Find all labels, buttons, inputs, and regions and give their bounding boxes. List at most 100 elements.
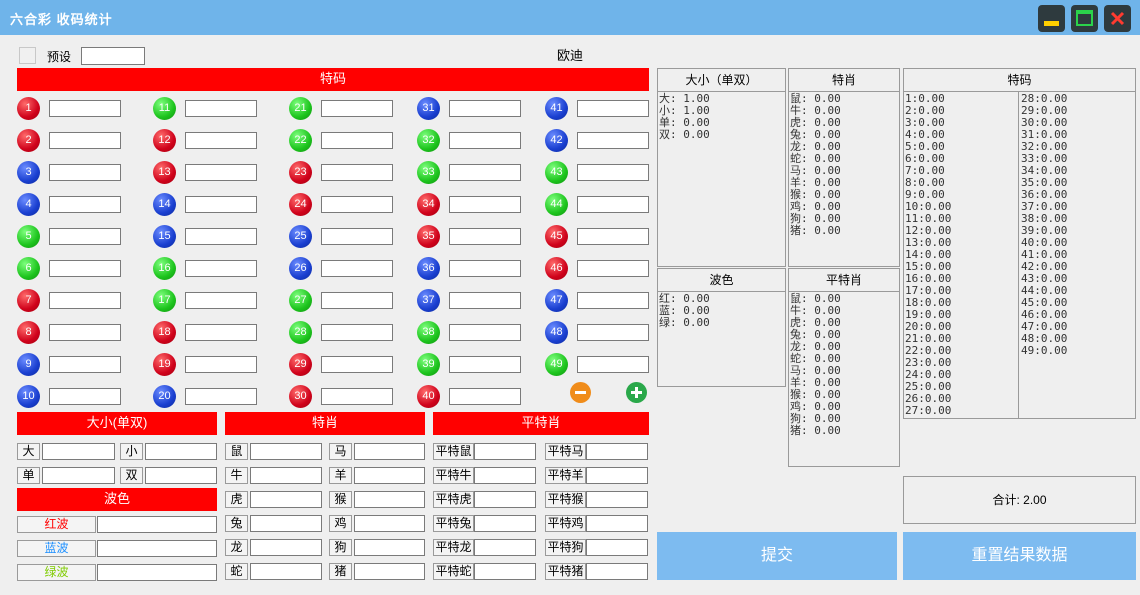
pingte-input-3[interactable] [586, 467, 648, 484]
reset-button[interactable]: 重置结果数据 [903, 532, 1136, 580]
tema-input-33[interactable] [449, 164, 521, 181]
pingte-input-5[interactable] [586, 491, 648, 508]
tema-input-37[interactable] [449, 292, 521, 309]
tema-input-24[interactable] [321, 196, 393, 213]
shengxiao-input-2[interactable] [250, 467, 322, 484]
tema-input-4[interactable] [49, 196, 121, 213]
tema-input-5[interactable] [49, 228, 121, 245]
tema-input-48[interactable] [577, 324, 649, 341]
submit-button[interactable]: 提交 [657, 532, 897, 580]
tema-input-40[interactable] [449, 388, 521, 405]
tema-input-27[interactable] [321, 292, 393, 309]
daxiao-input-1[interactable] [145, 443, 217, 460]
shengxiao-input-4[interactable] [250, 491, 322, 508]
tema-input-1[interactable] [49, 100, 121, 117]
pingte-input-1[interactable] [586, 443, 648, 460]
tema-input-8[interactable] [49, 324, 121, 341]
tema-input-13[interactable] [185, 164, 257, 181]
tema-input-29[interactable] [321, 356, 393, 373]
minus-button[interactable] [570, 382, 591, 403]
shengxiao-input-7[interactable] [354, 515, 425, 532]
close-button[interactable] [1104, 5, 1131, 32]
tema-input-25[interactable] [321, 228, 393, 245]
texiao-result-panel: 特肖 鼠: 0.00 牛: 0.00 虎: 0.00 兔: 0.00 龙: 0.00 蛇:… [788, 68, 900, 267]
shengxiao-input-8[interactable] [250, 539, 322, 556]
tema-input-26[interactable] [321, 260, 393, 277]
tema-input-43[interactable] [577, 164, 649, 181]
bose-input-1[interactable] [97, 540, 217, 557]
tema-input-31[interactable] [449, 100, 521, 117]
minimize-button[interactable] [1038, 5, 1065, 32]
ball-26: 26 [289, 257, 312, 280]
bose-input-2[interactable] [97, 564, 217, 581]
tema-input-18[interactable] [185, 324, 257, 341]
preset-input[interactable] [81, 47, 145, 65]
tema-input-36[interactable] [449, 260, 521, 277]
tema-input-35[interactable] [449, 228, 521, 245]
pingte-input-2[interactable] [474, 467, 536, 484]
shengxiao-input-6[interactable] [250, 515, 322, 532]
ball-45: 45 [545, 225, 568, 248]
tema-input-12[interactable] [185, 132, 257, 149]
maximize-icon [1076, 10, 1093, 26]
pingte-section-header: 平特肖 [433, 412, 649, 435]
shengxiao-input-10[interactable] [250, 563, 322, 580]
bose-input-0[interactable] [97, 516, 217, 533]
pingte-input-0[interactable] [474, 443, 536, 460]
shengxiao-label-1: 马 [329, 443, 352, 460]
shengxiao-input-3[interactable] [354, 467, 425, 484]
shengxiao-input-9[interactable] [354, 539, 425, 556]
tema-input-11[interactable] [185, 100, 257, 117]
pingte-input-6[interactable] [474, 515, 536, 532]
tema-input-39[interactable] [449, 356, 521, 373]
tema-input-17[interactable] [185, 292, 257, 309]
maximize-button[interactable] [1071, 5, 1098, 32]
tema-input-47[interactable] [577, 292, 649, 309]
tema-input-44[interactable] [577, 196, 649, 213]
tema-input-19[interactable] [185, 356, 257, 373]
ball-3: 3 [17, 161, 40, 184]
shengxiao-input-1[interactable] [354, 443, 425, 460]
tema-input-30[interactable] [321, 388, 393, 405]
tema-input-42[interactable] [577, 132, 649, 149]
plus-button[interactable] [626, 382, 647, 403]
pingte-input-7[interactable] [586, 515, 648, 532]
shengxiao-input-0[interactable] [250, 443, 322, 460]
preset-checkbox[interactable] [19, 47, 36, 64]
pingte-input-10[interactable] [474, 563, 536, 580]
tema-input-9[interactable] [49, 356, 121, 373]
tema-input-45[interactable] [577, 228, 649, 245]
tema-input-2[interactable] [49, 132, 121, 149]
tema-input-38[interactable] [449, 324, 521, 341]
tema-input-46[interactable] [577, 260, 649, 277]
tema-input-23[interactable] [321, 164, 393, 181]
ball-15: 15 [153, 225, 176, 248]
tema-input-6[interactable] [49, 260, 121, 277]
tema-input-20[interactable] [185, 388, 257, 405]
daxiao-input-0[interactable] [42, 443, 115, 460]
shengxiao-input-5[interactable] [354, 491, 425, 508]
tema-input-7[interactable] [49, 292, 121, 309]
tema-input-14[interactable] [185, 196, 257, 213]
tema-input-49[interactable] [577, 356, 649, 373]
daxiao-input-3[interactable] [145, 467, 217, 484]
tema-input-22[interactable] [321, 132, 393, 149]
tema-input-41[interactable] [577, 100, 649, 117]
tema-input-16[interactable] [185, 260, 257, 277]
plus-icon-vertical [635, 387, 638, 398]
pingte-input-8[interactable] [474, 539, 536, 556]
tema-input-21[interactable] [321, 100, 393, 117]
tema-input-28[interactable] [321, 324, 393, 341]
tema-input-10[interactable] [49, 388, 121, 405]
tema-input-34[interactable] [449, 196, 521, 213]
daxiao-label-3: 双 [120, 467, 143, 484]
pingte-input-4[interactable] [474, 491, 536, 508]
shengxiao-input-11[interactable] [354, 563, 425, 580]
tema-input-15[interactable] [185, 228, 257, 245]
tema-input-32[interactable] [449, 132, 521, 149]
daxiao-input-2[interactable] [42, 467, 115, 484]
tema-input-3[interactable] [49, 164, 121, 181]
pingte-input-11[interactable] [586, 563, 648, 580]
pingte-input-9[interactable] [586, 539, 648, 556]
ball-20: 20 [153, 385, 176, 408]
